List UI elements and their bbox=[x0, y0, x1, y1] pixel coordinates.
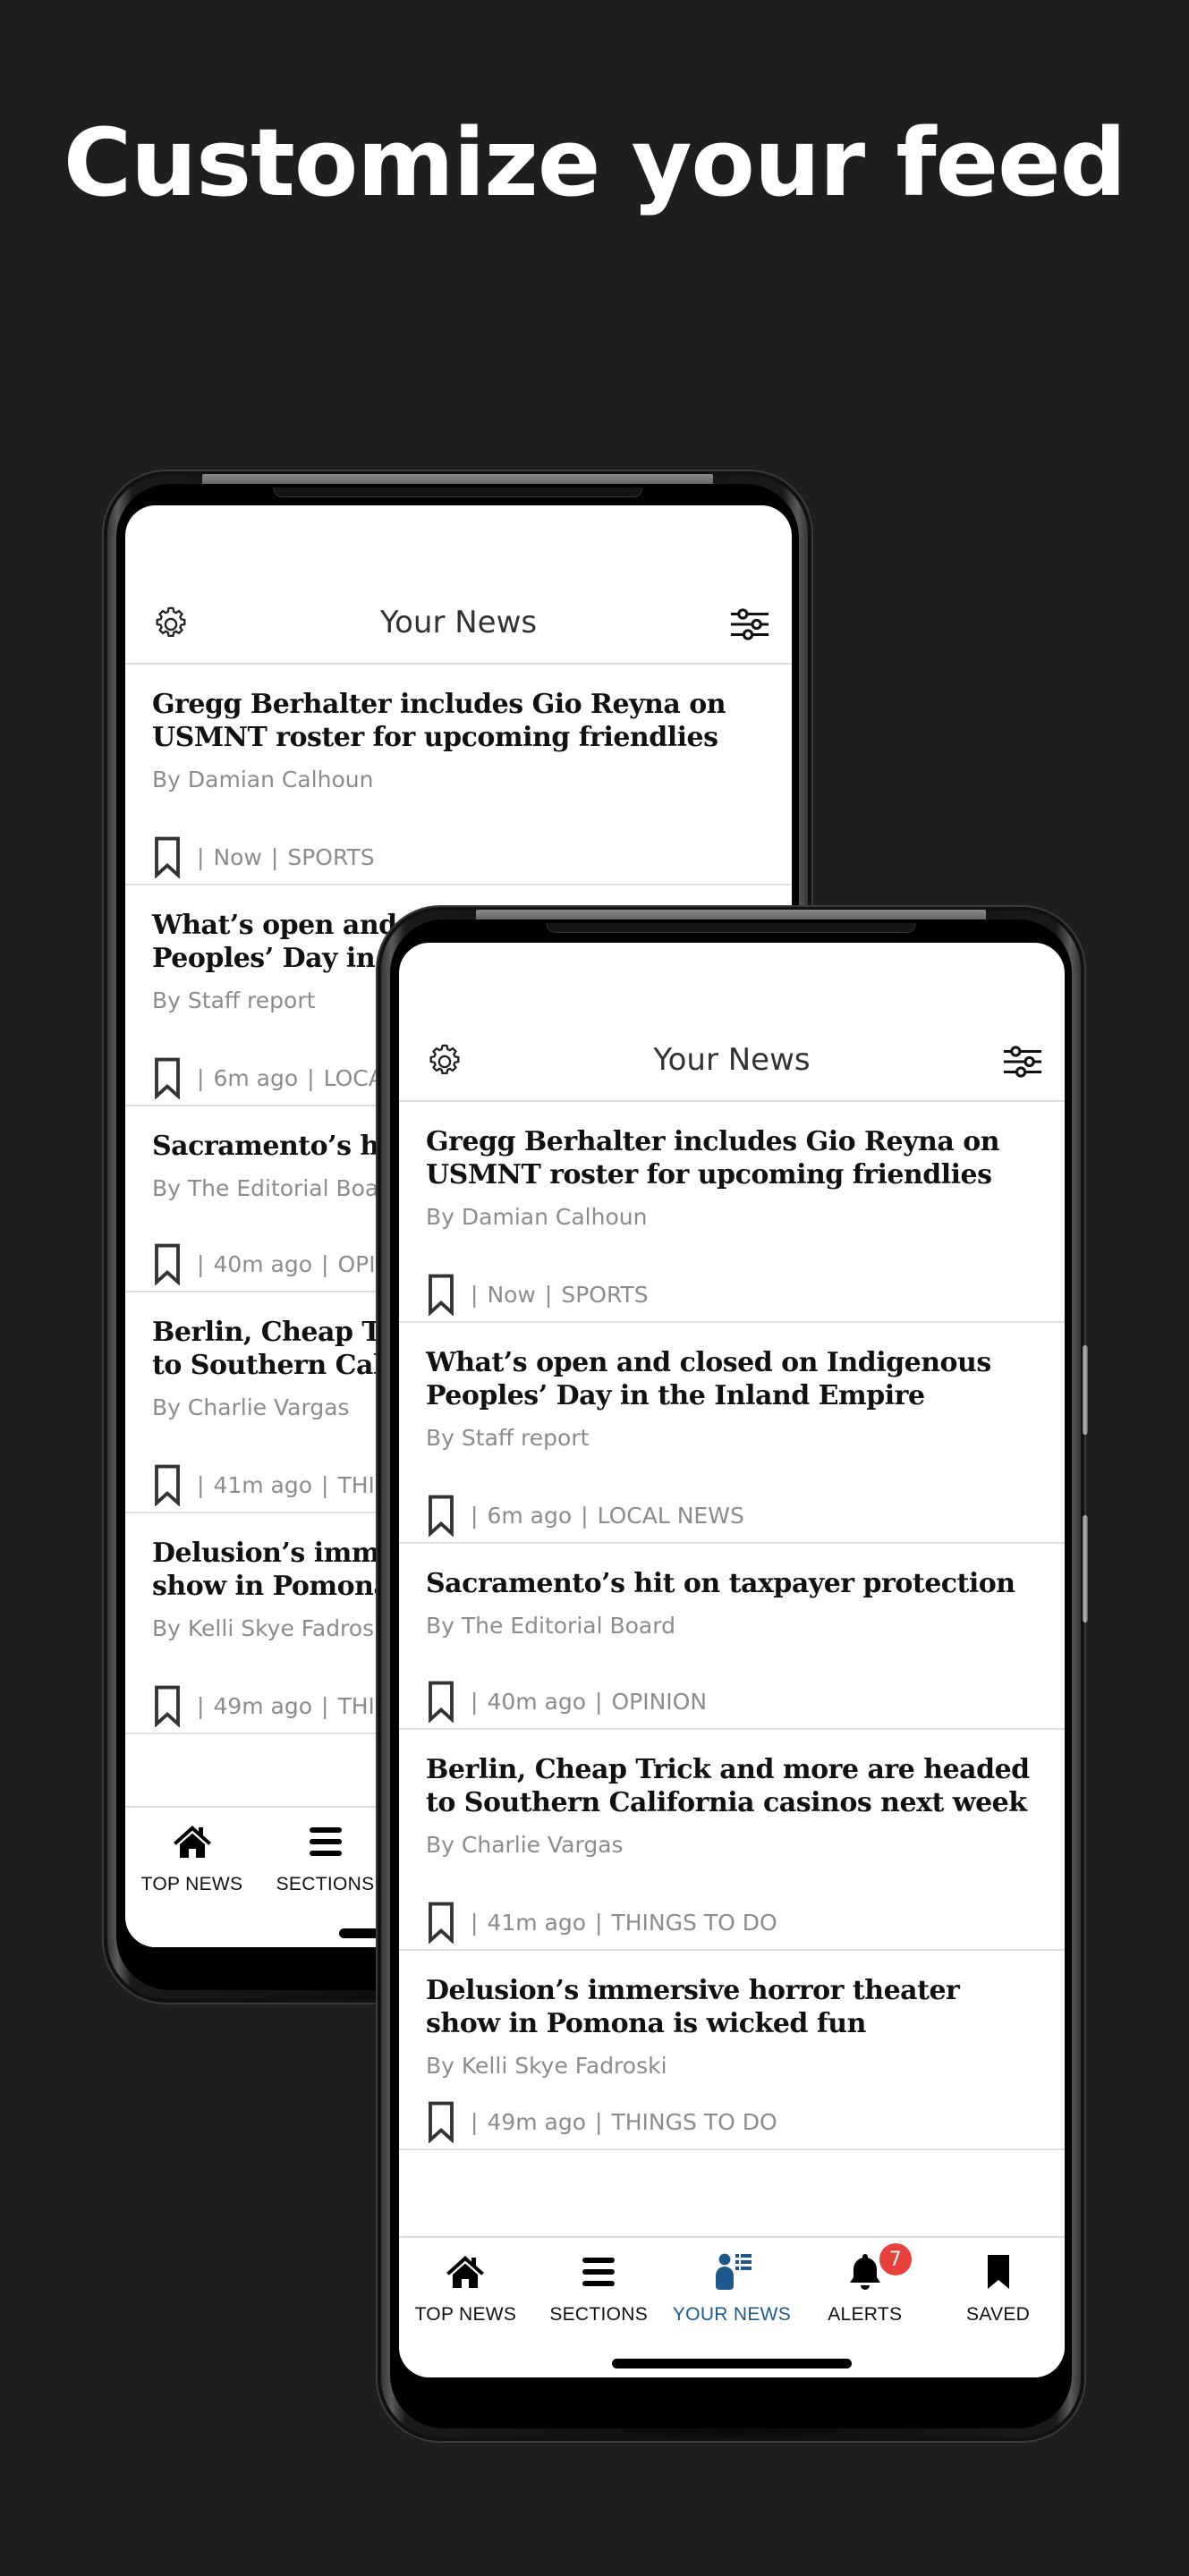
sliders-icon[interactable] bbox=[727, 604, 772, 645]
bookmark-outline-icon[interactable] bbox=[426, 1680, 456, 1723]
article-time: 40m ago bbox=[213, 1250, 313, 1277]
article-title[interactable]: Delusion’s immersive horror theater show… bbox=[426, 1974, 1038, 2040]
bookmark-outline-icon[interactable] bbox=[152, 1242, 183, 1285]
phone-speaker bbox=[546, 923, 916, 933]
bookmark-outline-icon[interactable] bbox=[426, 1273, 456, 1316]
bottom-tab-bar: TOP NEWS SECTIONS YOUR NEWS 7 ALERTS bbox=[399, 2236, 1065, 2377]
tab-saved[interactable]: SAVED bbox=[931, 2250, 1065, 2340]
article-time: 6m ago bbox=[487, 1502, 573, 1529]
volume-button bbox=[1083, 1345, 1088, 1435]
tab-sections[interactable]: SECTIONS bbox=[532, 2250, 666, 2340]
bookmark-outline-icon[interactable] bbox=[426, 2100, 456, 2143]
article-time: 49m ago bbox=[213, 1692, 313, 1719]
article-title[interactable]: Gregg Berhalter includes Gio Reyna on US… bbox=[426, 1125, 1038, 1191]
home-indicator[interactable] bbox=[612, 2359, 852, 2368]
front-phone-mockup: Your News Gregg Berhalter includes Gio R… bbox=[378, 907, 1088, 2441]
bookmark-outline-icon[interactable] bbox=[426, 1494, 456, 1537]
bookmark-outline-icon[interactable] bbox=[152, 1684, 183, 1727]
article-time: Now bbox=[213, 843, 262, 870]
menu-icon bbox=[582, 2258, 616, 2286]
article-card[interactable]: Gregg Berhalter includes Gio Reyna on US… bbox=[399, 1102, 1065, 1323]
article-byline: By Kelli Skye Fadroski bbox=[426, 2053, 667, 2079]
bookmark-outline-icon[interactable] bbox=[152, 835, 183, 878]
screen-title: Your News bbox=[379, 605, 538, 640]
article-meta: |6m ago|LOCAL NEWS bbox=[426, 1488, 1038, 1542]
article-byline: By Staff report bbox=[426, 1425, 590, 1451]
article-byline: By Damian Calhoun bbox=[426, 1204, 648, 1230]
article-meta: | Now | SPORTS bbox=[426, 1267, 1038, 1321]
menu-icon bbox=[309, 1827, 342, 1856]
article-byline: By The Editorial Board bbox=[426, 1613, 675, 1639]
article-meta: |41m ago|THINGS TO DO bbox=[426, 1895, 1038, 1949]
bookmark-outline-icon[interactable] bbox=[152, 1056, 183, 1099]
sliders-icon[interactable] bbox=[1000, 1041, 1045, 1082]
article-section: THINGS TO DO bbox=[611, 2108, 777, 2135]
article-time: 41m ago bbox=[487, 1909, 587, 1936]
article-time: 6m ago bbox=[213, 1064, 299, 1091]
promo-headline: Customize your feed bbox=[63, 108, 1126, 217]
article-card[interactable]: Berlin, Cheap Trick and more are headed … bbox=[399, 1730, 1065, 1951]
article-card[interactable]: Sacramento’s hit on taxpayer protection … bbox=[399, 1544, 1065, 1730]
home-icon bbox=[173, 1826, 211, 1858]
tab-your-news[interactable]: YOUR NEWS bbox=[666, 2250, 799, 2340]
article-time: 41m ago bbox=[213, 1471, 313, 1498]
bookmark-outline-icon[interactable] bbox=[426, 1901, 456, 1944]
tab-alerts[interactable]: 7 ALERTS bbox=[798, 2243, 931, 2340]
gear-icon[interactable] bbox=[424, 1041, 465, 1082]
screen-title: Your News bbox=[653, 1042, 811, 1078]
article-time: 40m ago bbox=[487, 1688, 587, 1715]
article-card[interactable]: Gregg Berhalter includes Gio Reyna on US… bbox=[125, 665, 792, 886]
article-section: LOCAL NEWS bbox=[597, 1502, 744, 1529]
phone-speaker bbox=[272, 487, 643, 497]
alerts-badge: 7 bbox=[879, 2243, 912, 2275]
article-meta: |40m ago|OPINION bbox=[426, 1674, 1038, 1728]
article-section: SPORTS bbox=[561, 1281, 649, 1308]
bookmark-icon bbox=[987, 2255, 1009, 2289]
article-meta: |49m ago|THINGS TO DO bbox=[426, 2095, 1038, 2148]
gear-icon[interactable] bbox=[150, 604, 191, 645]
home-icon bbox=[446, 2256, 485, 2288]
tab-top-news[interactable]: TOP NEWS bbox=[399, 2250, 532, 2340]
article-title[interactable]: Berlin, Cheap Trick and more are headed … bbox=[426, 1753, 1038, 1819]
article-time: 49m ago bbox=[487, 2108, 587, 2135]
article-byline: By Charlie Vargas bbox=[426, 1832, 624, 1858]
article-time: Now bbox=[487, 1281, 536, 1308]
user-list-icon bbox=[715, 2253, 752, 2290]
article-meta: | Now | SPORTS bbox=[152, 830, 765, 884]
tab-sections[interactable]: SECTIONS bbox=[259, 1820, 392, 1910]
news-feed: Gregg Berhalter includes Gio Reyna on US… bbox=[399, 1102, 1065, 2238]
article-section: THINGS TO DO bbox=[611, 1909, 777, 1936]
article-title[interactable]: Sacramento’s hit on taxpayer protection bbox=[426, 1567, 1038, 1600]
app-header: Your News bbox=[125, 582, 792, 665]
article-title[interactable]: Gregg Berhalter includes Gio Reyna on US… bbox=[152, 688, 765, 754]
article-section: OPINION bbox=[611, 1688, 708, 1715]
power-button bbox=[1083, 1515, 1088, 1623]
tab-top-news[interactable]: TOP NEWS bbox=[125, 1820, 259, 1910]
app-screen: Your News Gregg Berhalter includes Gio R… bbox=[399, 943, 1065, 2377]
app-header: Your News bbox=[399, 1020, 1065, 1102]
article-byline: By Damian Calhoun bbox=[152, 767, 374, 792]
article-card[interactable]: Delusion’s immersive horror theater show… bbox=[399, 1951, 1065, 2150]
bookmark-outline-icon[interactable] bbox=[152, 1463, 183, 1506]
article-title[interactable]: What’s open and closed on Indigenous Peo… bbox=[426, 1346, 1038, 1412]
article-section: SPORTS bbox=[287, 843, 375, 870]
article-card[interactable]: What’s open and closed on Indigenous Peo… bbox=[399, 1323, 1065, 1544]
